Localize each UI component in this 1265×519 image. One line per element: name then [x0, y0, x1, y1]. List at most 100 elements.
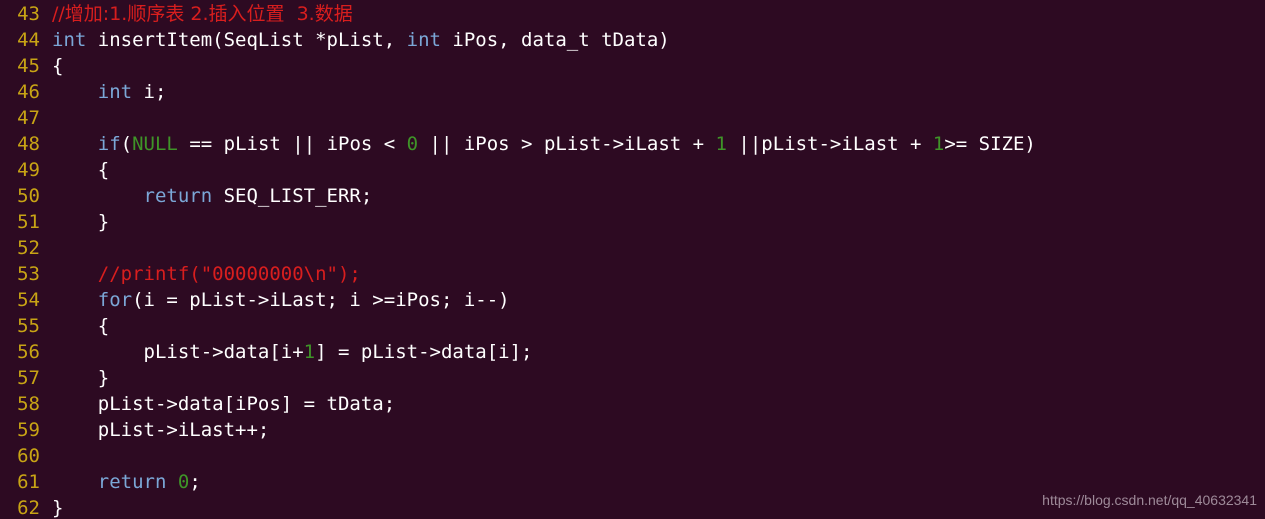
token-plain: ||pList->iLast + — [726, 133, 933, 155]
line-content[interactable]: } — [40, 365, 109, 391]
token-const: NULL — [132, 133, 178, 155]
line-number: 51 — [17, 211, 40, 233]
line-content[interactable]: pList->data[iPos] = tData; — [40, 391, 395, 417]
line-number: 47 — [17, 107, 40, 129]
line-number: 46 — [17, 81, 40, 103]
line-content[interactable]: pList->iLast++; — [40, 417, 270, 443]
token-comment: //增加:1.顺序表 2.插入位置 3.数据 — [52, 3, 353, 25]
token-num: 0 — [406, 133, 419, 155]
token-kw: for — [97, 289, 133, 311]
line-content[interactable]: } — [40, 209, 109, 235]
token-plain: { — [52, 159, 110, 181]
token-kw: int — [97, 81, 133, 103]
line-content[interactable]: int insertItem(SeqList *pList, int iPos,… — [40, 27, 670, 53]
token-plain: || iPos > pList->iLast + — [418, 133, 716, 155]
line-number: 49 — [17, 159, 40, 181]
code-line[interactable]: 52 — [0, 235, 1265, 261]
line-content[interactable]: { — [40, 313, 109, 339]
line-content[interactable]: //printf("00000000\n"); — [40, 261, 361, 287]
line-number: 43 — [17, 3, 40, 25]
token-num: 1 — [932, 133, 945, 155]
token-num: 0 — [177, 471, 190, 493]
token-plain: insertItem(SeqList *pList, — [86, 29, 407, 51]
token-plain: ; — [189, 471, 201, 493]
token-plain: pList->data[iPos] = tData; — [52, 393, 396, 415]
token-plain: { — [52, 315, 110, 337]
token-kw: int — [52, 29, 87, 51]
line-content[interactable]: pList->data[i+1] = pList->data[i]; — [40, 339, 533, 365]
token-comment: //printf("00000000\n"); — [97, 263, 361, 285]
code-line[interactable]: 48 if(NULL == pList || iPos < 0 || iPos … — [0, 131, 1265, 157]
token-plain: (i = pList->iLast; i >=iPos; i--) — [132, 289, 510, 311]
token-plain: SEQ_LIST_ERR; — [212, 185, 373, 207]
line-number: 54 — [17, 289, 40, 311]
code-lines-container[interactable]: 43//增加:1.顺序表 2.插入位置 3.数据 44 int insertItem… — [0, 1, 1265, 519]
line-number: 48 — [17, 133, 40, 155]
code-line[interactable]: 56 pList->data[i+1] = pList->data[i]; — [0, 339, 1265, 365]
line-content[interactable]: //增加:1.顺序表 2.插入位置 3.数据 — [40, 1, 353, 27]
token-plain: pList->iLast++; — [52, 419, 270, 441]
token-plain: == pList || iPos < — [177, 133, 407, 155]
token-plain: { — [52, 55, 64, 77]
line-number: 55 — [17, 315, 40, 337]
token-plain: >= SIZE) — [944, 133, 1036, 155]
line-content[interactable]: int i; — [40, 79, 167, 105]
code-editor[interactable]: 43//增加:1.顺序表 2.插入位置 3.数据 44 int insertItem… — [0, 0, 1265, 519]
code-line[interactable]: 47 — [0, 105, 1265, 131]
token-plain: ] = pList->data[i]; — [315, 341, 533, 363]
token-plain: i; — [132, 81, 167, 103]
code-line[interactable]: 50 return SEQ_LIST_ERR; — [0, 183, 1265, 209]
code-line[interactable]: 59 pList->iLast++; — [0, 417, 1265, 443]
code-line[interactable]: 46 int i; — [0, 79, 1265, 105]
token-plain: iPos, data_t tData) — [440, 29, 670, 51]
line-number: 58 — [17, 393, 40, 415]
code-line[interactable]: 53 //printf("00000000\n"); — [0, 261, 1265, 287]
code-line[interactable]: 58 pList->data[iPos] = tData; — [0, 391, 1265, 417]
token-plain: } — [52, 211, 110, 233]
token-plain: } — [52, 497, 64, 519]
line-number: 50 — [17, 185, 40, 207]
line-content[interactable]: { — [40, 53, 63, 79]
token-kw: return — [143, 185, 213, 207]
line-number: 59 — [17, 419, 40, 441]
line-content[interactable]: for(i = pList->iLast; i >=iPos; i--) — [40, 287, 510, 313]
line-content[interactable]: } — [40, 495, 63, 519]
line-content[interactable]: if(NULL == pList || iPos < 0 || iPos > p… — [40, 131, 1036, 157]
token-num: 1 — [303, 341, 316, 363]
token-num: 1 — [715, 133, 727, 155]
line-number: 57 — [17, 367, 40, 389]
code-line[interactable]: 55 { — [0, 313, 1265, 339]
token-kw: if — [97, 133, 121, 155]
code-line[interactable]: 54 for(i = pList->iLast; i >=iPos; i--) — [0, 287, 1265, 313]
line-number: 61 — [17, 471, 40, 493]
line-number: 52 — [17, 237, 40, 259]
code-line[interactable]: 43 //增加:1.顺序表 2.插入位置 3.数据 — [0, 1, 1265, 27]
code-line[interactable]: 51 } — [0, 209, 1265, 235]
line-number: 53 — [17, 263, 40, 285]
code-line[interactable]: 60 — [0, 443, 1265, 469]
line-number: 60 — [17, 445, 40, 467]
line-number: 44 — [17, 29, 40, 51]
token-plain: pList->data[i+ — [52, 341, 304, 363]
line-number: 62 — [17, 497, 40, 519]
line-content[interactable]: return 0; — [40, 469, 201, 495]
token-kw: int — [406, 29, 441, 51]
line-content[interactable]: return SEQ_LIST_ERR; — [40, 183, 373, 209]
code-line[interactable]: 49 { — [0, 157, 1265, 183]
token-plain: ( — [120, 133, 133, 155]
watermark-url: https://blog.csdn.net/qq_40632341 — [1042, 492, 1257, 508]
line-number: 45 — [17, 55, 40, 77]
code-line[interactable]: 44 int insertItem(SeqList *pList, int iPo… — [0, 27, 1265, 53]
line-number: 56 — [17, 341, 40, 363]
line-content[interactable]: { — [40, 157, 109, 183]
token-plain: } — [52, 367, 110, 389]
code-line[interactable]: 57 } — [0, 365, 1265, 391]
token-kw: return — [97, 471, 167, 493]
code-line[interactable]: 45 { — [0, 53, 1265, 79]
